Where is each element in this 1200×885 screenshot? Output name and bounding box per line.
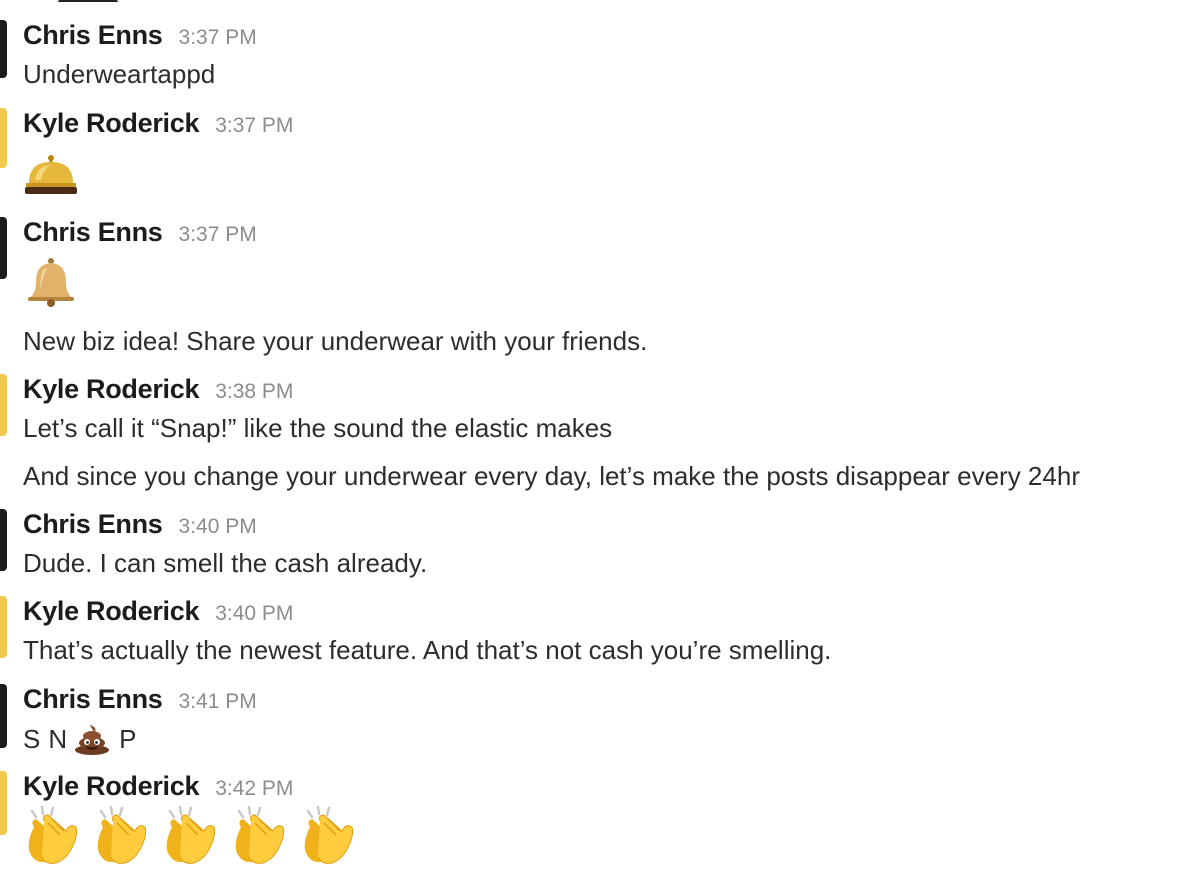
message-text: Dude. I can smell the cash already. xyxy=(23,548,428,578)
timestamp[interactable]: 3:40 PM xyxy=(179,515,257,539)
letter: S xyxy=(23,723,41,754)
message-header: Chris Enns 3:37 PM xyxy=(23,217,257,251)
message-header: Kyle Roderick 3:37 PM xyxy=(23,108,293,142)
bell-icon xyxy=(23,256,79,313)
timestamp[interactable]: 3:38 PM xyxy=(215,380,293,404)
author-name[interactable]: Kyle Roderick xyxy=(23,596,199,627)
letter: P xyxy=(119,723,137,754)
author-name[interactable]: Chris Enns xyxy=(23,217,163,248)
timestamp[interactable]: 3:40 PM xyxy=(215,602,293,626)
timestamp[interactable]: 3:37 PM xyxy=(179,223,257,247)
avatar[interactable] xyxy=(0,217,7,279)
message-header: Kyle Roderick 3:40 PM xyxy=(23,596,293,630)
clapping-hands-icon xyxy=(298,805,356,867)
avatar[interactable] xyxy=(0,20,7,78)
author-name[interactable]: Chris Enns xyxy=(23,684,163,715)
message-header: Kyle Roderick 3:42 PM xyxy=(23,771,293,805)
avatar[interactable] xyxy=(0,684,7,748)
bellhop-bell-icon xyxy=(23,150,79,201)
message-text: That’s actually the newest feature. And … xyxy=(23,635,832,665)
avatar[interactable] xyxy=(0,771,7,835)
message-text: And since you change your underwear ever… xyxy=(23,461,1080,491)
message-text: New biz idea! Share your underwear with … xyxy=(23,326,648,356)
author-name[interactable]: Kyle Roderick xyxy=(23,771,199,802)
timestamp[interactable]: 3:41 PM xyxy=(179,690,257,714)
avatar[interactable] xyxy=(0,374,7,436)
message-text: S N P xyxy=(23,722,136,756)
clapping-hands-icon xyxy=(160,805,218,867)
author-name[interactable]: Kyle Roderick xyxy=(23,374,199,405)
previous-message-fragment xyxy=(58,0,118,6)
message-text: Underweartappd xyxy=(23,59,216,89)
message-header: Chris Enns 3:41 PM xyxy=(23,684,257,718)
avatar[interactable] xyxy=(0,596,7,658)
emoji-reaction-row xyxy=(22,805,356,867)
author-name[interactable]: Kyle Roderick xyxy=(23,108,199,139)
message-header: Chris Enns 3:40 PM xyxy=(23,509,257,543)
timestamp[interactable]: 3:37 PM xyxy=(179,26,257,50)
message-text: Let’s call it “Snap!” like the sound the… xyxy=(23,413,613,443)
timestamp[interactable]: 3:42 PM xyxy=(215,777,293,801)
avatar[interactable] xyxy=(0,108,7,168)
clapping-hands-icon xyxy=(91,805,149,867)
message-header: Kyle Roderick 3:38 PM xyxy=(23,374,293,408)
avatar[interactable] xyxy=(0,509,7,571)
message-header: Chris Enns 3:37 PM xyxy=(23,20,257,54)
letter: N xyxy=(48,723,68,754)
clapping-hands-icon xyxy=(22,805,80,867)
author-name[interactable]: Chris Enns xyxy=(23,20,163,51)
pile-of-poo-icon xyxy=(73,723,111,755)
author-name[interactable]: Chris Enns xyxy=(23,509,163,540)
clapping-hands-icon xyxy=(229,805,287,867)
timestamp[interactable]: 3:37 PM xyxy=(215,114,293,138)
